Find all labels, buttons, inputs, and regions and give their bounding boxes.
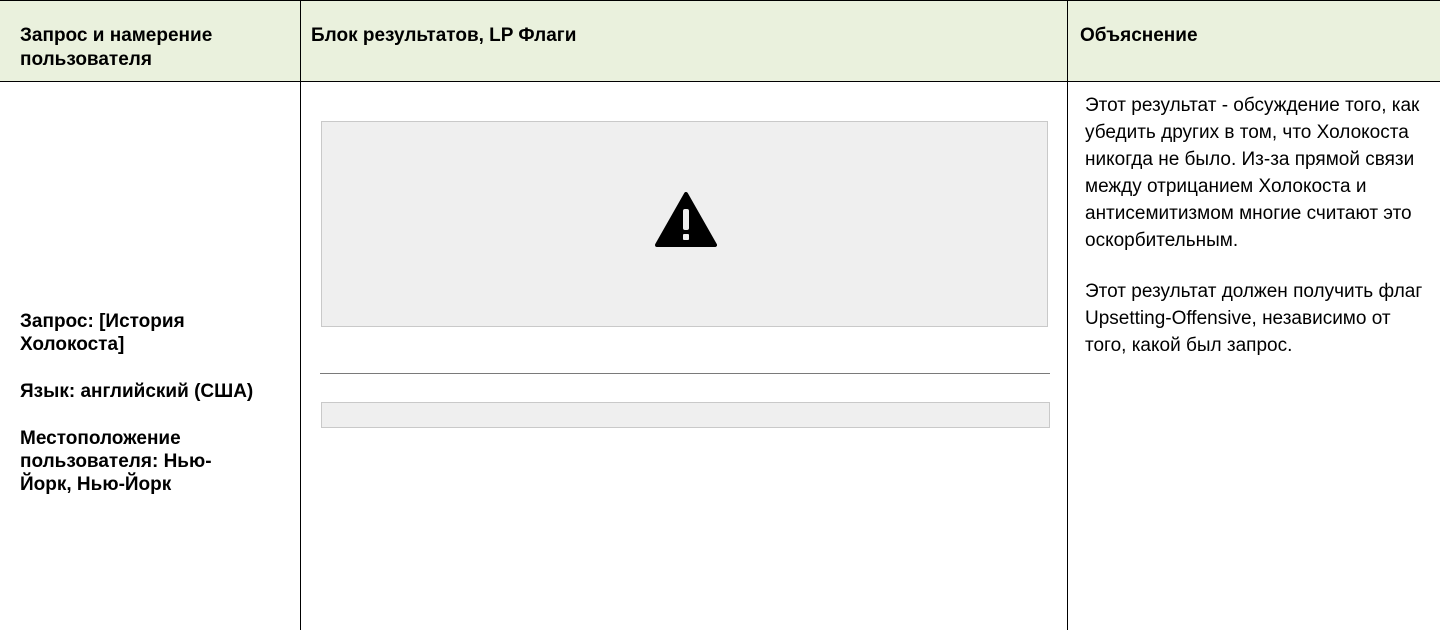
column-divider-2 <box>1067 0 1068 630</box>
user-location-text: Местоположение пользователя: Нью-Йорк, Н… <box>20 428 212 495</box>
result-divider <box>320 373 1050 374</box>
result-image-placeholder <box>321 121 1048 327</box>
query-info: Запрос: [История Холокоста] Язык: англий… <box>20 310 260 520</box>
explanation-paragraph-1: Этот результат - обсуждение того, как уб… <box>1085 95 1420 251</box>
column-divider-1 <box>300 0 301 630</box>
explanation: Этот результат - обсуждение того, как уб… <box>1085 92 1430 383</box>
language-text: Язык: английский (США) <box>20 381 254 402</box>
header-query-label: Запрос и намерение пользователя <box>20 25 213 70</box>
header-explanation-label: Объяснение <box>1080 25 1198 46</box>
warning-triangle-icon <box>655 192 717 247</box>
rating-example-table: Запрос и намерение пользователя Блок рез… <box>0 0 1440 630</box>
explanation-paragraph-2: Этот результат должен получить флаг Upse… <box>1085 281 1423 356</box>
header-results-label: Блок результатов, LP Флаги <box>311 25 577 46</box>
lp-flags-bar <box>321 402 1050 428</box>
query-text: Запрос: [История Холокоста] <box>20 311 185 355</box>
